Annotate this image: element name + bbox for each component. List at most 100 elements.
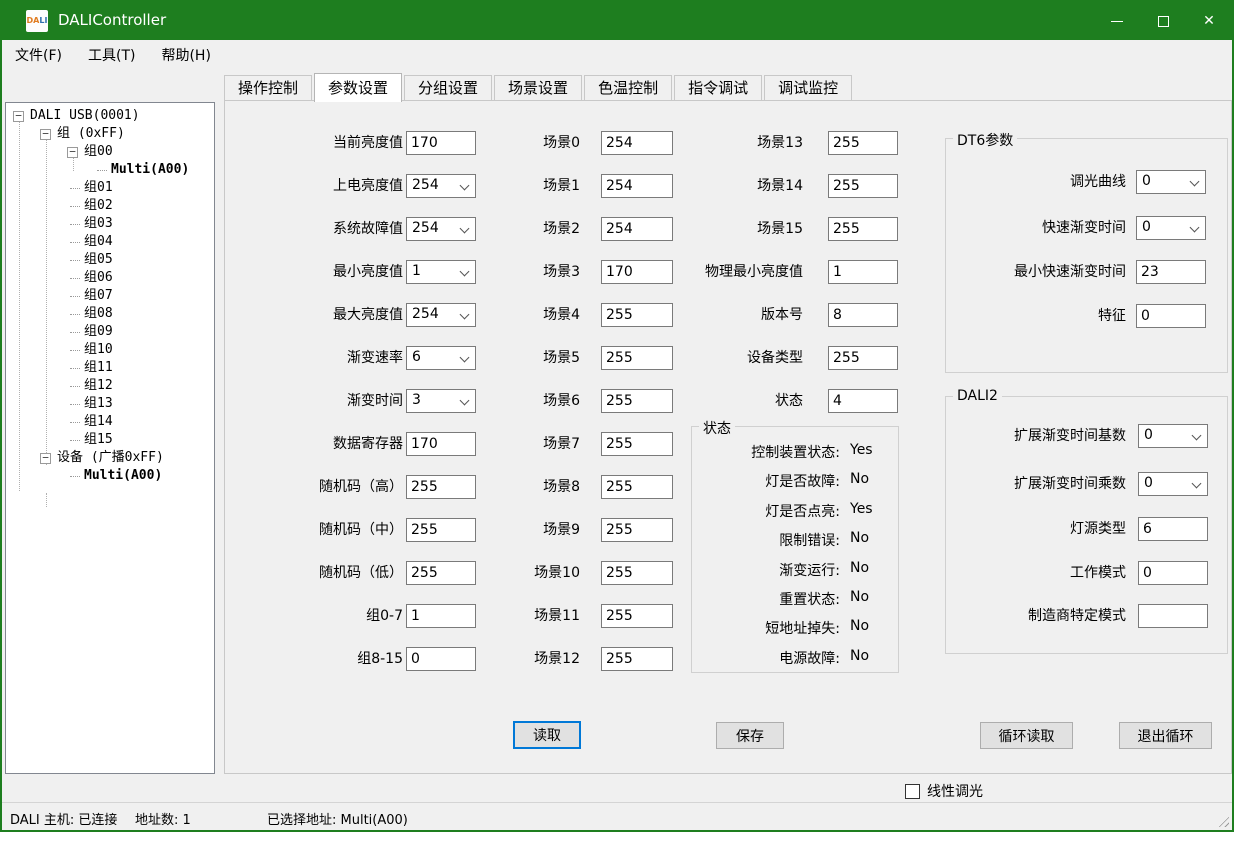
text-input[interactable] — [601, 475, 673, 499]
tree-item[interactable]: 组01 — [6, 179, 214, 197]
resize-grip-icon[interactable] — [1216, 814, 1229, 827]
maximize-icon — [1158, 16, 1169, 27]
tree-item-label: 组12 — [84, 377, 113, 395]
status-row-value: No — [850, 560, 869, 576]
tree-expand-icon[interactable]: − — [40, 453, 51, 464]
tree-item[interactable]: 组13 — [6, 395, 214, 413]
save-button[interactable]: 保存 — [716, 722, 784, 749]
tree-connector-icon — [70, 206, 80, 207]
tree-item[interactable]: 组06 — [6, 269, 214, 287]
text-input[interactable] — [828, 174, 898, 198]
tree-connector-icon — [70, 188, 80, 189]
tree-connector-icon — [70, 476, 80, 477]
chevron-down-icon — [460, 181, 470, 191]
tab-parameter-settings[interactable]: 参数设置 — [314, 73, 402, 102]
dropdown-select[interactable]: 254 — [406, 174, 476, 198]
text-input[interactable] — [406, 131, 476, 155]
tree-item[interactable]: 组14 — [6, 413, 214, 431]
text-input[interactable] — [601, 518, 673, 542]
tree-item[interactable]: 组04 — [6, 233, 214, 251]
dropdown-select[interactable]: 0 — [1136, 216, 1206, 240]
tree-item[interactable]: −组00 — [6, 143, 214, 161]
text-input[interactable] — [406, 647, 476, 671]
dropdown-select[interactable]: 3 — [406, 389, 476, 413]
field-label: 系统故障值 — [233, 219, 403, 239]
tree-item-label: Multi(A00) — [111, 161, 189, 179]
tree-expand-icon[interactable]: − — [40, 129, 51, 140]
tree-item[interactable]: 组15 — [6, 431, 214, 449]
dropdown-select[interactable]: 0 — [1138, 424, 1208, 448]
title-bar: DALI DALIController ✕ — [2, 2, 1232, 40]
text-input[interactable] — [406, 561, 476, 585]
field-label: 随机码（高） — [233, 477, 403, 497]
tab-grouping-settings[interactable]: 分组设置 — [404, 75, 492, 100]
tab-command-debug[interactable]: 指令调试 — [674, 75, 762, 100]
tree-item[interactable]: 组05 — [6, 251, 214, 269]
device-tree[interactable]: −DALI USB(0001)−组 (0xFF)−组00Multi(A00)组0… — [5, 102, 215, 774]
tab-color-temp-control[interactable]: 色温控制 — [584, 75, 672, 100]
text-input[interactable] — [601, 432, 673, 456]
field-label: 灯源类型 — [946, 519, 1126, 539]
field-label: 渐变速率 — [233, 348, 403, 368]
tree-item[interactable]: −DALI USB(0001) — [6, 107, 214, 125]
tree-item[interactable]: 组03 — [6, 215, 214, 233]
tree-item[interactable]: 组07 — [6, 287, 214, 305]
text-input[interactable] — [406, 475, 476, 499]
tree-expand-icon[interactable]: − — [67, 147, 78, 158]
text-input[interactable] — [406, 604, 476, 628]
dropdown-select[interactable]: 6 — [406, 346, 476, 370]
minimize-button[interactable] — [1094, 2, 1140, 40]
read-button[interactable]: 读取 — [513, 721, 581, 749]
dropdown-select[interactable]: 1 — [406, 260, 476, 284]
text-input[interactable] — [1138, 561, 1208, 585]
linear-dimming-checkbox[interactable] — [905, 784, 920, 799]
tree-item[interactable]: −设备 (广播0xFF) — [6, 449, 214, 467]
dropdown-select[interactable]: 0 — [1136, 170, 1206, 194]
text-input[interactable] — [601, 561, 673, 585]
text-input[interactable] — [406, 432, 476, 456]
tree-expand-icon[interactable]: − — [13, 111, 24, 122]
text-input[interactable] — [1136, 260, 1206, 284]
text-input[interactable] — [1138, 604, 1208, 628]
tree-item[interactable]: 组10 — [6, 341, 214, 359]
exit-loop-button[interactable]: 退出循环 — [1119, 722, 1212, 749]
dropdown-select[interactable]: 254 — [406, 217, 476, 241]
tree-item[interactable]: 组02 — [6, 197, 214, 215]
dropdown-select[interactable]: 0 — [1138, 472, 1208, 496]
menu-tools[interactable]: 工具(T) — [75, 40, 148, 70]
tree-item[interactable]: −组 (0xFF) — [6, 125, 214, 143]
dali2-groupbox: DALI2 扩展渐变时间基数0扩展渐变时间乘数0灯源类型工作模式制造商特定模式 — [945, 396, 1228, 654]
tree-connector-icon — [70, 440, 80, 441]
text-input[interactable] — [406, 518, 476, 542]
text-input[interactable] — [828, 131, 898, 155]
text-input[interactable] — [828, 260, 898, 284]
tree-item[interactable]: Multi(A00) — [6, 161, 214, 179]
menu-help[interactable]: 帮助(H) — [148, 40, 223, 70]
text-input[interactable] — [828, 346, 898, 370]
tree-item[interactable]: 组08 — [6, 305, 214, 323]
maximize-button[interactable] — [1140, 2, 1186, 40]
close-button[interactable]: ✕ — [1186, 2, 1232, 40]
status-row-value: No — [850, 589, 869, 605]
text-input[interactable] — [601, 647, 673, 671]
tab-scene-settings[interactable]: 场景设置 — [494, 75, 582, 100]
tree-item[interactable]: Multi(A00) — [6, 467, 214, 485]
dropdown-select[interactable]: 254 — [406, 303, 476, 327]
tree-item[interactable]: 组12 — [6, 377, 214, 395]
dt6-groupbox: DT6参数 调光曲线0快速渐变时间0最小快速渐变时间特征 — [945, 138, 1228, 373]
text-input[interactable] — [601, 604, 673, 628]
loop-read-button[interactable]: 循环读取 — [980, 722, 1073, 749]
tree-connector-icon — [70, 242, 80, 243]
text-input[interactable] — [1138, 517, 1208, 541]
text-input[interactable] — [1136, 304, 1206, 328]
tab-debug-monitor[interactable]: 调试监控 — [764, 75, 852, 100]
tree-item-label: 组01 — [84, 179, 113, 197]
status-row-label: 限制错误: — [692, 530, 840, 550]
tree-item[interactable]: 组11 — [6, 359, 214, 377]
tree-item[interactable]: 组09 — [6, 323, 214, 341]
text-input[interactable] — [828, 389, 898, 413]
tab-operation-control[interactable]: 操作控制 — [224, 75, 312, 100]
text-input[interactable] — [828, 303, 898, 327]
menu-file[interactable]: 文件(F) — [2, 40, 75, 70]
text-input[interactable] — [828, 217, 898, 241]
